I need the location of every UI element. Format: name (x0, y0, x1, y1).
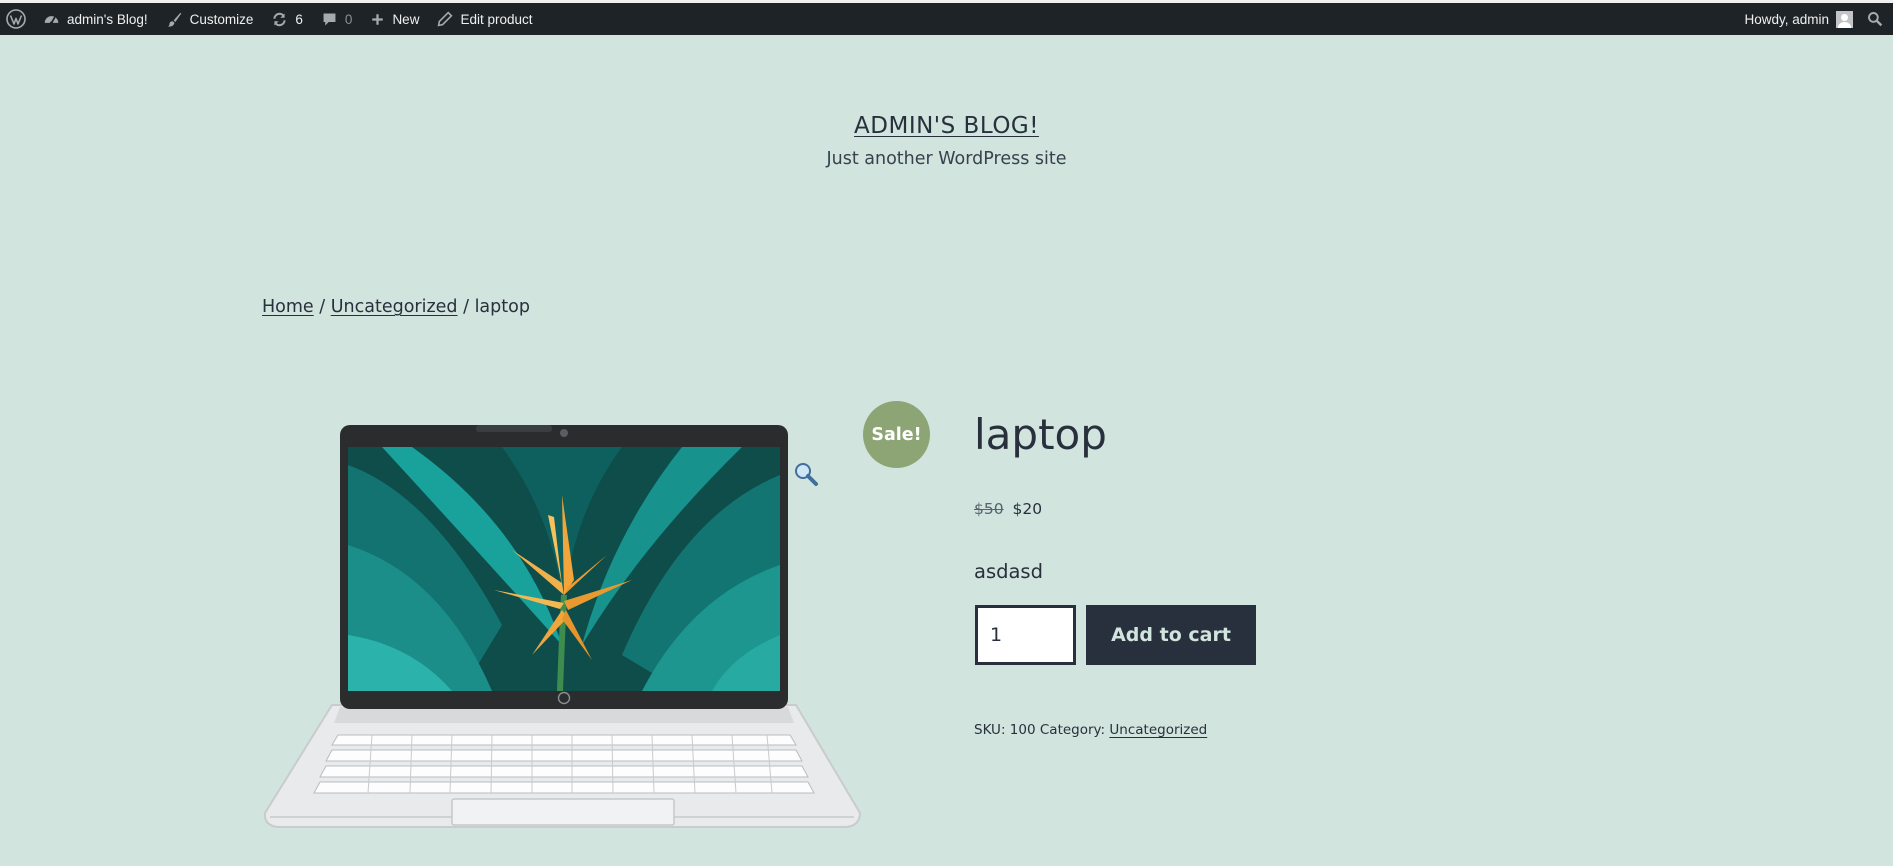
site-tagline: Just another WordPress site (826, 149, 1067, 169)
comment-bubble-icon (323, 13, 336, 25)
breadcrumb-category-link[interactable]: Uncategorized (331, 297, 458, 317)
sale-badge: Sale! (863, 401, 930, 468)
quantity-input[interactable] (975, 605, 1076, 665)
sale-price: $20 (1012, 500, 1043, 518)
product-image[interactable] (262, 405, 862, 835)
wordpress-icon (6, 9, 26, 29)
breadcrumb-current: laptop (474, 297, 530, 317)
updates-link[interactable]: 6 (262, 3, 312, 35)
admin-bar: admin's Blog! Customize 6 0 New Edit pro… (0, 3, 1893, 35)
customize-label: Customize (189, 11, 254, 27)
product-meta: SKU: 100 Category: Uncategorized (974, 722, 1207, 738)
new-content-menu[interactable]: New (361, 3, 428, 35)
comments-count: 0 (344, 11, 353, 27)
plus-icon (372, 13, 384, 25)
breadcrumb: Home / Uncategorized / laptop (262, 297, 530, 317)
wordpress-logo-button[interactable] (0, 3, 34, 35)
dashboard-icon (44, 15, 59, 24)
new-label: New (392, 11, 420, 27)
breadcrumb-home-link[interactable]: Home (262, 297, 314, 317)
product-price: $50 $20 (974, 500, 1042, 518)
regular-price: $50 (974, 500, 1004, 518)
updates-icon (273, 12, 287, 26)
product-title: laptop (974, 410, 1107, 459)
add-to-cart-button[interactable]: Add to cart (1086, 605, 1256, 665)
sku-value: 100 (1009, 722, 1036, 738)
paintbrush-icon (167, 12, 181, 27)
category-label: Category: (1039, 722, 1106, 738)
product-short-description: asdasd (974, 560, 1043, 583)
customize-link[interactable]: Customize (157, 3, 263, 35)
howdy-label: Howdy, admin (1744, 11, 1829, 27)
site-title: ADMIN'S BLOG! (0, 113, 1893, 139)
zoom-magnifier-icon[interactable] (793, 461, 819, 487)
product-category-link[interactable]: Uncategorized (1109, 722, 1207, 738)
site-name-label: admin's Blog! (67, 11, 148, 27)
search-icon (1868, 12, 1883, 27)
edit-product-label: Edit product (460, 11, 533, 27)
comments-link[interactable]: 0 (312, 3, 362, 35)
site-name-menu[interactable]: admin's Blog! (34, 3, 157, 35)
sku-label: SKU: (974, 722, 1006, 738)
edit-product-link[interactable]: Edit product (428, 3, 541, 35)
pencil-icon (438, 11, 453, 27)
breadcrumb-separator: / (313, 297, 331, 317)
site-title-link[interactable]: ADMIN'S BLOG! (854, 113, 1039, 139)
admin-search-button[interactable] (1861, 3, 1893, 35)
my-account-menu[interactable]: Howdy, admin (1735, 3, 1861, 35)
avatar (1836, 10, 1853, 28)
breadcrumb-separator: / (457, 297, 475, 317)
updates-count: 6 (295, 11, 303, 27)
